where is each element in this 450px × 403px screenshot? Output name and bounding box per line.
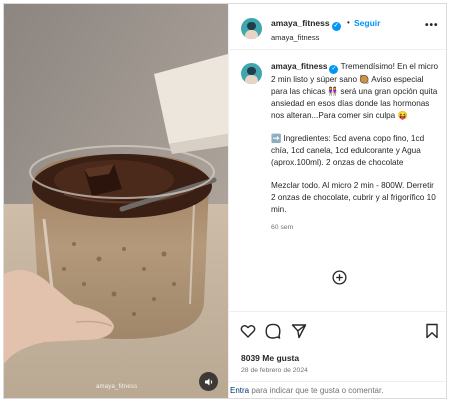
comment-login-prompt: Entra para indicar que te gusta o coment… xyxy=(229,381,448,399)
header-subtitle[interactable]: amaya_fitness xyxy=(271,33,319,42)
post-photo xyxy=(4,4,228,398)
caption-username[interactable]: amaya_fitness xyxy=(271,62,327,71)
post-media[interactable]: amaya_fitness xyxy=(4,4,228,398)
post-dialog: amaya_fitness amaya_fitness ✓ • Seguir am… xyxy=(3,3,448,399)
post-sidebar: amaya_fitness ✓ • Seguir amaya_fitness ••… xyxy=(228,4,448,398)
caption-avatar[interactable] xyxy=(241,63,262,84)
caption-time[interactable]: 60 sem xyxy=(271,222,439,234)
bookmark-icon[interactable] xyxy=(424,323,440,339)
verified-badge-icon: ✓ xyxy=(331,22,341,31)
post-date[interactable]: 28 de febrero de 2024 xyxy=(241,367,308,374)
heart-icon[interactable] xyxy=(240,323,256,339)
more-options-icon[interactable]: ••• xyxy=(425,20,439,31)
caption-instructions: Mezclar todo. Al micro 2 min - 800W. Der… xyxy=(271,181,436,214)
mute-toggle-button[interactable] xyxy=(199,372,218,391)
caption: amaya_fitness ✓ Tremendísimo! En el micro… xyxy=(271,61,439,234)
verified-badge-icon: ✓ xyxy=(329,65,339,74)
share-icon[interactable] xyxy=(291,323,307,339)
caption-ingredients: ➡️ Ingredientes: 5cd avena copo fino, 1c… xyxy=(271,134,425,167)
avatar[interactable] xyxy=(241,18,262,39)
caption-area: amaya_fitness ✓ Tremendísimo! En el micro… xyxy=(229,51,448,311)
follow-button[interactable]: Seguir xyxy=(354,18,380,28)
comment-prompt-text: para indicar que te gusta o comentar. xyxy=(249,386,384,395)
watermark-text: amaya_fitness xyxy=(96,384,138,390)
likes-count[interactable]: 8039 Me gusta xyxy=(241,353,299,363)
header-separator: • xyxy=(347,18,350,27)
post-actions: 8039 Me gusta 28 de febrero de 2024 Entr… xyxy=(229,311,448,398)
header-username-row[interactable]: amaya_fitness ✓ xyxy=(271,18,341,31)
comment-icon[interactable] xyxy=(265,323,281,339)
post-header: amaya_fitness ✓ • Seguir amaya_fitness ••… xyxy=(229,4,448,50)
login-link[interactable]: Entra xyxy=(230,386,249,395)
add-comment-icon[interactable] xyxy=(332,270,347,285)
header-username[interactable]: amaya_fitness xyxy=(271,18,330,28)
speaker-icon xyxy=(204,378,212,385)
